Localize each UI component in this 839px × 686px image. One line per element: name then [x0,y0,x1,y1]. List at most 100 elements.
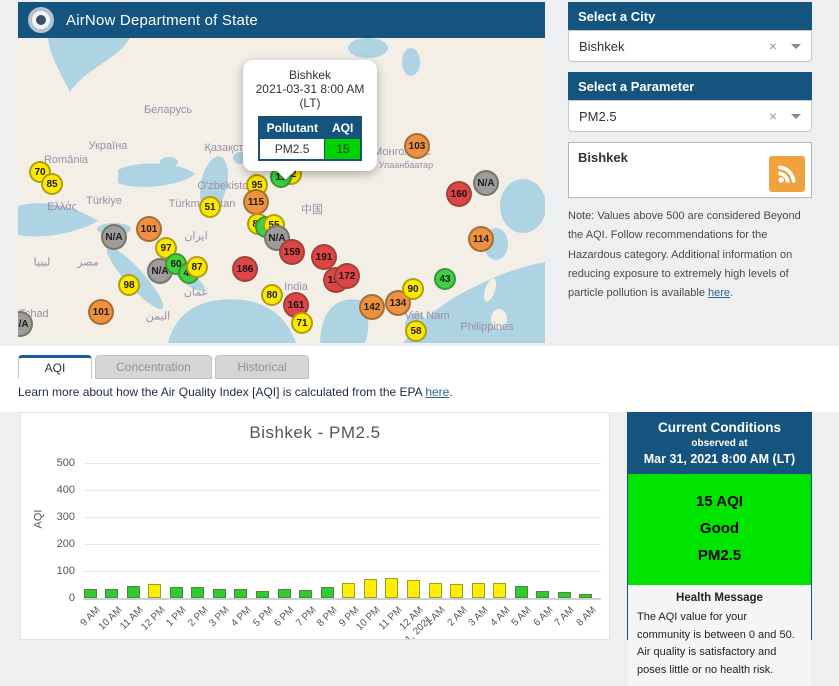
chart-bar [320,586,334,598]
aqi-map-marker[interactable]: 58 [405,320,427,342]
aqi-map-marker[interactable]: 87 [186,256,208,278]
parameter-select-value: PM2.5 [579,108,617,124]
chart-bar [557,592,571,598]
chart-bar [299,590,313,598]
app-title: AirNow Department of State [66,11,258,29]
map[interactable]: Беларусь Україна România Қазақстан O'zbekist… [18,38,545,343]
map-country-label: اليمن [145,310,171,323]
chart-gridline [83,517,601,518]
note-here-link[interactable]: here [708,287,730,299]
aqi-map-marker[interactable]: 159 [279,239,305,265]
aqi-map-marker[interactable]: 172 [334,263,360,289]
popup-timezone: (LT) [299,96,321,110]
current-conditions-panel: Current Conditions observed at Mar 31, 2… [627,412,812,686]
chart-bar [363,579,377,598]
popup-col-pollutant: Pollutant [258,117,325,139]
chart-bar [83,589,97,598]
current-aqi-category: Good [699,520,740,537]
aqi-map-marker[interactable]: N/A [101,224,127,250]
current-aqi-block: 15 AQI Good PM2.5 [628,474,811,585]
city-select[interactable]: Bishkek × [568,30,812,62]
map-country-label: 中国 [301,204,323,216]
aqi-chart: Bishkek - PM2.5 AQI 0 100 200 300 400 500 9 AM… [20,412,610,640]
aqi-map-marker[interactable]: 160 [446,181,472,207]
observed-at-label: observed at [691,438,748,449]
aqi-map-marker[interactable]: 186 [232,256,258,282]
popup-col-aqi: AQI [324,117,362,139]
aqi-map-marker[interactable]: N/A [473,170,499,196]
aqi-map-marker[interactable]: 43 [434,268,456,290]
aqi-note-text: Note: Values above 500 are considered Be… [568,207,814,303]
tab-concentration[interactable]: Concentration [95,355,212,379]
health-message-title: Health Message [676,592,763,604]
map-country-label: Україна [88,140,128,152]
rss-icon[interactable] [769,156,805,192]
map-country-label: عمان [183,286,209,299]
popup-city: Bishkek [288,68,332,82]
parameter-clear-icon[interactable]: × [769,108,777,124]
popup-aqi-value: 15 [324,138,362,160]
city-dropdown-caret-icon[interactable] [791,43,801,49]
map-country-label: Philippines [460,321,514,333]
parameter-dropdown-caret-icon[interactable] [791,113,801,119]
chart-bar [579,593,593,598]
chart-bar [385,578,399,598]
aqi-map-marker[interactable]: 51 [199,196,221,218]
chart-bar [536,591,550,598]
chart-bar [126,586,140,598]
state-department-seal-icon [28,7,54,33]
chart-y-tick-label: 0 [68,592,75,604]
city-clear-icon[interactable]: × [769,38,777,54]
current-conditions-header: Current Conditions observed at Mar 31, 2… [628,413,811,474]
learn-more-prefix: Learn more about how the Air Quality Ind… [18,385,426,399]
chart-gridline [83,571,601,572]
map-country-label: ليبيا [33,256,51,269]
parameter-select[interactable]: PM2.5 × [568,100,812,132]
aqi-map-marker[interactable]: 191 [311,244,337,270]
chart-bar [169,587,183,598]
learn-more-text: Learn more about how the Air Quality Ind… [18,385,453,399]
aqi-map-marker[interactable]: 80 [261,284,283,306]
health-message-block: Health Message The AQI value for your co… [628,585,811,686]
aqi-map-marker[interactable]: 115 [243,189,269,215]
chart-bar [493,583,507,598]
chart-bar [148,583,162,598]
map-country-label: مصر [77,256,99,269]
chart-title: Bishkek - PM2.5 [249,423,381,442]
chart-bar [277,589,291,598]
learn-more-suffix: . [449,385,453,399]
chart-gridline [83,598,601,600]
observed-at-value: Mar 31, 2021 8:00 AM (LT) [643,452,796,466]
aqi-map-marker[interactable]: 114 [468,226,494,252]
aqi-map-marker[interactable]: 90 [402,278,424,300]
tab-aqi[interactable]: AQI [18,355,92,379]
aqi-map-marker[interactable]: 101 [136,216,162,242]
chart-y-tick-label: 100 [56,565,75,577]
app-header: AirNow Department of State [18,2,545,38]
chart-bar [450,583,464,598]
rss-feed-box: Bishkek [568,142,812,198]
chart-bar [256,590,270,598]
chart-bar [514,586,528,598]
select-parameter-header: Select a Parameter [568,72,812,100]
chart-bar [234,589,248,598]
tab-historical[interactable]: Historical [215,355,309,379]
chart-bar [406,579,420,598]
chart-gridline [83,463,601,464]
aqi-map-marker[interactable]: 98 [118,274,140,296]
current-aqi-value: 15 AQI [696,493,743,510]
chart-bar [428,583,442,598]
map-country-label: Улаанбаатар [378,160,434,170]
chart-bar [191,587,205,598]
chart-y-tick-label: 500 [56,457,75,469]
aqi-map-marker[interactable]: 71 [291,312,313,334]
chart-bar [471,583,485,598]
aqi-map-marker[interactable]: 101 [88,299,114,325]
epa-here-link[interactable]: here [425,385,449,399]
aqi-map-marker[interactable]: 85 [41,173,63,195]
aqi-map-marker[interactable]: 142 [359,294,385,320]
chart-bar [342,582,356,598]
aqi-map-marker[interactable]: 103 [404,133,430,159]
note-suffix: . [730,287,734,299]
chart-gridline [83,544,601,545]
